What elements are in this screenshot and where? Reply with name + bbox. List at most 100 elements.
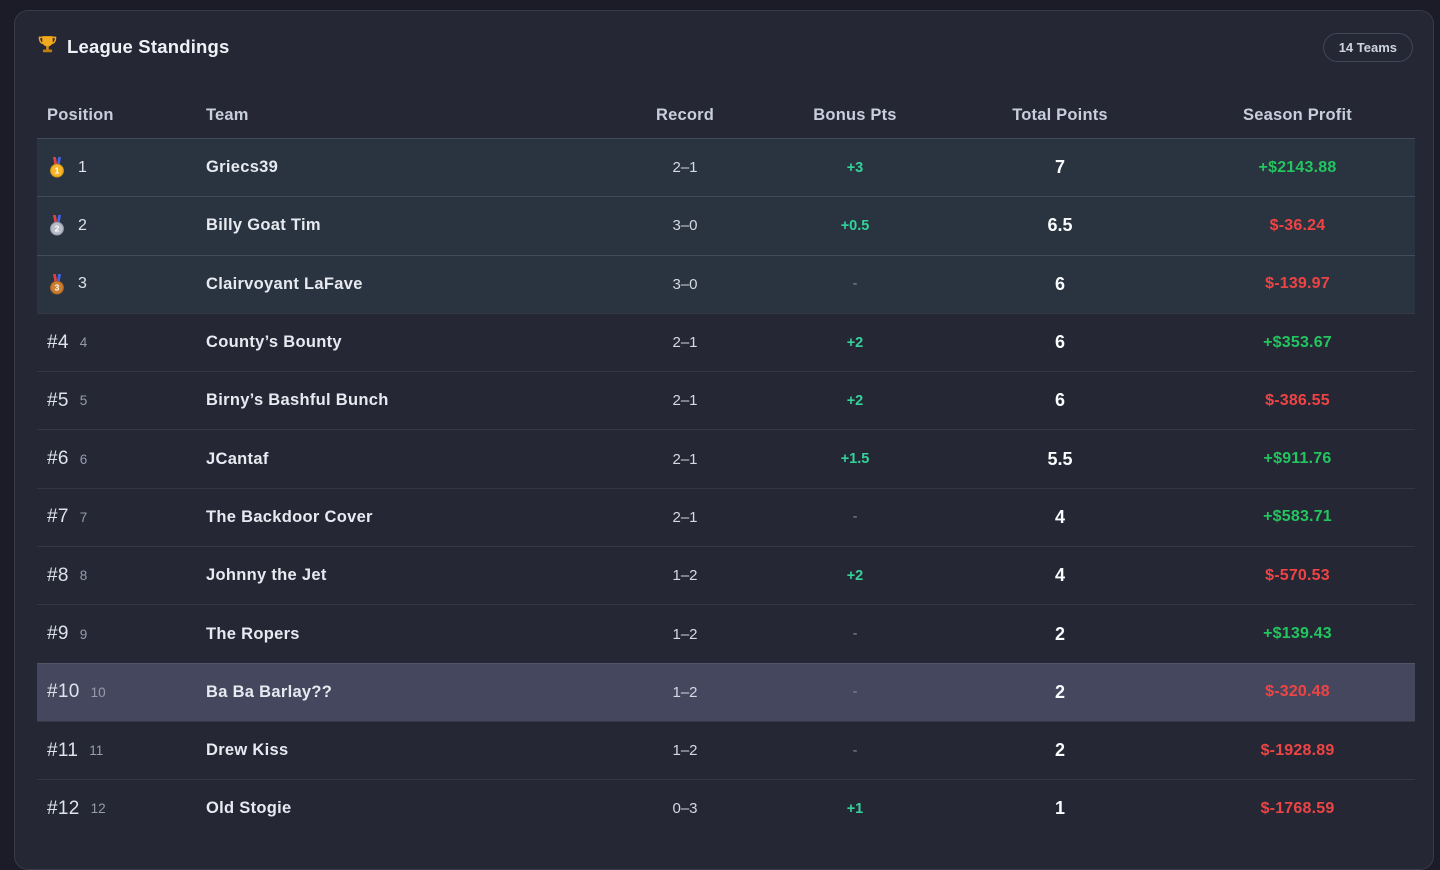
record-value: 1–2: [600, 567, 770, 584]
table-row[interactable]: #77The Backdoor Cover2–1-4+$583.71: [37, 488, 1415, 546]
bonus-points-value: +1: [770, 801, 940, 817]
position-cell: #11 11: [37, 740, 206, 762]
table-row[interactable]: #55Birny’s Bashful Bunch2–1+26$-386.55: [37, 371, 1415, 429]
season-profit-value: $-386.55: [1180, 392, 1415, 410]
bonus-points-value: +2: [770, 568, 940, 584]
record-value: 2–1: [600, 392, 770, 409]
table-row[interactable]: #44County’s Bounty2–1+26+$353.67: [37, 313, 1415, 371]
total-points-value: 4: [940, 565, 1180, 586]
table-body: 11Griecs392–1+37+$2143.8822Billy Goat Ti…: [37, 138, 1415, 838]
table-row[interactable]: #1010Ba Ba Barlay??1–2-2$-320.48: [37, 663, 1415, 721]
rank-label: #11: [47, 740, 78, 762]
total-points-value: 7: [940, 157, 1180, 178]
table-row[interactable]: #99The Ropers1–2-2+$139.43: [37, 604, 1415, 662]
position-cell: 22: [37, 215, 206, 236]
position-cell: #8 8: [37, 565, 206, 587]
record-value: 3–0: [600, 276, 770, 293]
team-name: Billy Goat Tim: [206, 216, 600, 235]
season-profit-value: $-570.53: [1180, 567, 1415, 585]
rank-number: 2: [78, 217, 87, 235]
rank-number: 8: [80, 568, 88, 583]
team-name: Old Stogie: [206, 799, 600, 818]
season-profit-value: +$353.67: [1180, 334, 1415, 352]
table-row[interactable]: 11Griecs392–1+37+$2143.88: [37, 138, 1415, 196]
position-cell: 11: [37, 157, 206, 178]
team-name: County’s Bounty: [206, 333, 600, 352]
table-row[interactable]: #1212Old Stogie0–3+11$-1768.59: [37, 779, 1415, 837]
position-cell: #66: [37, 448, 206, 470]
team-name: Ba Ba Barlay??: [206, 683, 600, 702]
total-points-value: 4: [940, 507, 1180, 528]
table-row[interactable]: 33Clairvoyant LaFave3–0-6$-139.97: [37, 255, 1415, 313]
total-points-value: 2: [940, 682, 1180, 703]
position-cell: #7 7: [37, 506, 206, 528]
rank-number: 11: [89, 743, 103, 758]
rank-number: 5: [80, 393, 88, 408]
rank-number: 12: [91, 801, 106, 816]
rank-number: 10: [91, 685, 106, 700]
record-value: 1–2: [600, 742, 770, 759]
table-row[interactable]: #11 11 Drew Kiss1–2-2$-1928.89: [37, 721, 1415, 779]
position-cell: 33: [37, 274, 206, 295]
total-points-value: 6: [940, 274, 1180, 295]
team-name: Griecs39: [206, 158, 600, 177]
svg-text:2: 2: [55, 224, 60, 234]
season-profit-value: $-1768.59: [1180, 800, 1415, 818]
bonus-points-value: +3: [770, 160, 940, 176]
column-header-team: Team: [206, 106, 600, 125]
rank-label: #9: [47, 623, 69, 645]
season-profit-value: $-320.48: [1180, 683, 1415, 701]
rank-label: #5: [47, 390, 69, 412]
bonus-points-value: -: [770, 626, 940, 642]
position-cell: #5 5: [37, 390, 206, 412]
bonus-points-value: +2: [770, 335, 940, 351]
trophy-icon: [37, 34, 58, 60]
teams-count-badge: 14 Teams: [1323, 33, 1413, 62]
season-profit-value: +$583.71: [1180, 508, 1415, 526]
bonus-points-value: -: [770, 276, 940, 292]
league-standings-card: League Standings 14 Teams PositionTeamRe…: [14, 10, 1434, 870]
svg-text:3: 3: [55, 282, 60, 292]
position-cell: #12 12: [37, 798, 206, 820]
rank-number: 7: [80, 510, 88, 525]
column-header-total-points: Total Points: [940, 106, 1180, 125]
rank-number: 9: [80, 627, 88, 642]
card-header: League Standings 14 Teams: [15, 11, 1433, 61]
rank-label: #8: [47, 565, 69, 587]
rank-label: #7: [47, 506, 69, 528]
record-value: 2–1: [600, 334, 770, 351]
rank-number: 1: [78, 159, 87, 177]
page-title: League Standings: [67, 36, 230, 58]
position-cell: #44: [37, 332, 206, 354]
position-cell: #9 9: [37, 623, 206, 645]
rank-number: 4: [80, 335, 88, 350]
table-row[interactable]: #66JCantaf2–1+1.55.5+$911.76: [37, 429, 1415, 487]
season-profit-value: +$911.76: [1180, 450, 1415, 468]
team-name: JCantaf: [206, 450, 600, 469]
team-name: Birny’s Bashful Bunch: [206, 391, 600, 410]
svg-text:1: 1: [55, 166, 60, 176]
record-value: 2–1: [600, 451, 770, 468]
rank-number: 6: [80, 452, 88, 467]
record-value: 2–1: [600, 159, 770, 176]
silver-medal-icon: 2: [47, 215, 67, 236]
season-profit-value: $-1928.89: [1180, 742, 1415, 760]
bonus-points-value: +0.5: [770, 218, 940, 234]
record-value: 1–2: [600, 626, 770, 643]
team-name: Drew Kiss: [206, 741, 600, 760]
total-points-value: 5.5: [940, 449, 1180, 470]
team-name: The Backdoor Cover: [206, 508, 600, 527]
bonus-points-value: +2: [770, 393, 940, 409]
title-wrap: League Standings: [37, 34, 230, 60]
table-row[interactable]: #88Johnny the Jet1–2+24$-570.53: [37, 546, 1415, 604]
bonus-points-value: -: [770, 684, 940, 700]
bronze-medal-icon: 3: [47, 274, 67, 295]
total-points-value: 1: [940, 798, 1180, 819]
table-row[interactable]: 22Billy Goat Tim3–0+0.56.5$-36.24: [37, 196, 1415, 254]
total-points-value: 2: [940, 740, 1180, 761]
bonus-points-value: -: [770, 743, 940, 759]
column-header-position: Position: [37, 106, 206, 125]
total-points-value: 6: [940, 332, 1180, 353]
team-name: Clairvoyant LaFave: [206, 275, 600, 294]
rank-label: #12: [47, 798, 80, 820]
